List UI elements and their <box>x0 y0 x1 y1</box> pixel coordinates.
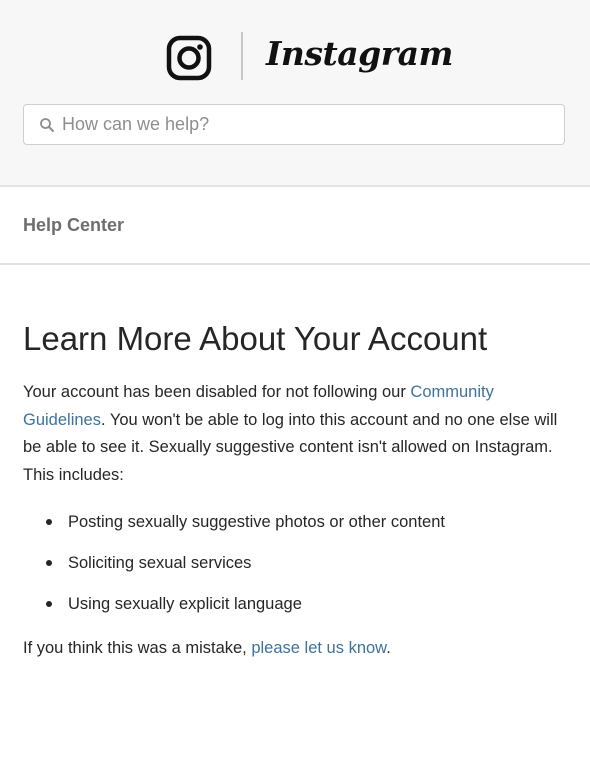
list-item: Soliciting sexual services <box>23 553 567 573</box>
rule-text: Posting sexually suggestive photos or ot… <box>68 513 445 531</box>
search-input[interactable] <box>62 105 552 144</box>
search-box[interactable] <box>23 104 565 145</box>
intro-text-end: . You won't be able to log into this acc… <box>23 410 558 484</box>
rule-text: Soliciting sexual services <box>68 554 252 572</box>
closing-text-end: . <box>386 639 391 657</box>
list-item: Posting sexually suggestive photos or ot… <box>23 512 567 532</box>
logo[interactable]: Instagram <box>0 32 590 84</box>
site-header: Instagram <box>0 0 590 187</box>
article: Learn More About Your Account Your accou… <box>0 319 590 663</box>
list-item: Using sexually explicit language <box>23 594 567 614</box>
breadcrumb: Help Center <box>0 187 590 265</box>
closing-paragraph: If you think this was a mistake, please … <box>23 635 568 663</box>
bullet <box>46 519 52 525</box>
let-us-know-link[interactable]: please let us know <box>251 639 386 657</box>
breadcrumb-help-center[interactable]: Help Center <box>23 215 124 236</box>
rule-text: Using sexually explicit language <box>68 595 302 613</box>
logo-divider <box>241 32 243 80</box>
bullet <box>46 601 52 607</box>
page-title: Learn More About Your Account <box>23 320 488 357</box>
bullet <box>46 560 52 566</box>
instagram-wordmark: Instagram <box>266 34 453 73</box>
search-icon <box>40 118 54 132</box>
intro-paragraph: Your account has been disabled for not f… <box>23 379 568 489</box>
intro-text-start: Your account has been disabled for not f… <box>23 383 411 401</box>
closing-text-start: If you think this was a mistake, <box>23 639 252 657</box>
instagram-glyph-icon <box>166 35 212 81</box>
rules-list: Posting sexually suggestive photos or ot… <box>23 512 567 614</box>
